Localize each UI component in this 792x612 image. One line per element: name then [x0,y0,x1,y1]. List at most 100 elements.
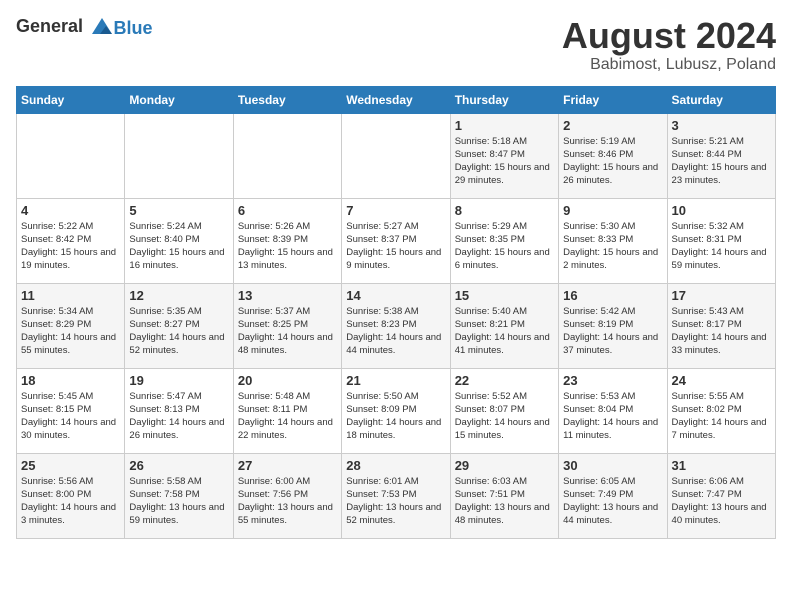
day-info: Sunrise: 5:37 AM Sunset: 8:25 PM Dayligh… [238,305,337,358]
day-cell [17,113,125,198]
day-number: 3 [672,118,771,133]
day-info: Sunrise: 6:01 AM Sunset: 7:53 PM Dayligh… [346,475,445,528]
day-info: Sunrise: 5:38 AM Sunset: 8:23 PM Dayligh… [346,305,445,358]
day-cell: 14 Sunrise: 5:38 AM Sunset: 8:23 PM Dayli… [342,283,450,368]
day-cell: 17 Sunrise: 5:43 AM Sunset: 8:17 PM Dayli… [667,283,775,368]
title-section: August 2024 Babimost, Lubusz, Poland [562,16,776,74]
day-number: 9 [563,203,662,218]
day-number: 6 [238,203,337,218]
day-info: Sunrise: 6:05 AM Sunset: 7:49 PM Dayligh… [563,475,662,528]
day-info: Sunrise: 5:48 AM Sunset: 8:11 PM Dayligh… [238,390,337,443]
weekday-header-wednesday: Wednesday [342,86,450,113]
logo-general: General [16,16,83,36]
day-cell: 25 Sunrise: 5:56 AM Sunset: 8:00 PM Dayli… [17,453,125,538]
day-cell: 30 Sunrise: 6:05 AM Sunset: 7:49 PM Dayli… [559,453,667,538]
day-info: Sunrise: 5:18 AM Sunset: 8:47 PM Dayligh… [455,135,554,188]
week-row-1: 1Sunrise: 5:18 AM Sunset: 8:47 PM Daylig… [17,113,776,198]
day-info: Sunrise: 6:03 AM Sunset: 7:51 PM Dayligh… [455,475,554,528]
day-info: Sunrise: 6:06 AM Sunset: 7:47 PM Dayligh… [672,475,771,528]
day-info: Sunrise: 5:47 AM Sunset: 8:13 PM Dayligh… [129,390,228,443]
day-number: 8 [455,203,554,218]
day-cell: 7 Sunrise: 5:27 AM Sunset: 8:37 PM Daylig… [342,198,450,283]
day-info: Sunrise: 5:40 AM Sunset: 8:21 PM Dayligh… [455,305,554,358]
week-row-5: 25 Sunrise: 5:56 AM Sunset: 8:00 PM Dayli… [17,453,776,538]
weekday-header-saturday: Saturday [667,86,775,113]
day-info: Sunrise: 5:42 AM Sunset: 8:19 PM Dayligh… [563,305,662,358]
day-cell: 28Sunrise: 6:01 AM Sunset: 7:53 PM Dayli… [342,453,450,538]
day-info: Sunrise: 5:32 AM Sunset: 8:31 PM Dayligh… [672,220,771,273]
day-cell: 24 Sunrise: 5:55 AM Sunset: 8:02 PM Dayli… [667,368,775,453]
day-cell: 4Sunrise: 5:22 AM Sunset: 8:42 PM Daylig… [17,198,125,283]
day-number: 11 [21,288,120,303]
day-number: 31 [672,458,771,473]
header: General Blue August 2024 Babimost, Lubus… [16,16,776,74]
day-cell: 29 Sunrise: 6:03 AM Sunset: 7:51 PM Dayli… [450,453,558,538]
day-info: Sunrise: 5:27 AM Sunset: 8:37 PM Dayligh… [346,220,445,273]
day-cell: 12Sunrise: 5:35 AM Sunset: 8:27 PM Dayli… [125,283,233,368]
day-number: 5 [129,203,228,218]
weekday-header-row: SundayMondayTuesdayWednesdayThursdayFrid… [17,86,776,113]
day-cell: 21 Sunrise: 5:50 AM Sunset: 8:09 PM Dayli… [342,368,450,453]
day-cell [233,113,341,198]
day-number: 7 [346,203,445,218]
day-number: 27 [238,458,337,473]
week-row-3: 11 Sunrise: 5:34 AM Sunset: 8:29 PM Dayli… [17,283,776,368]
day-number: 29 [455,458,554,473]
day-cell: 11 Sunrise: 5:34 AM Sunset: 8:29 PM Dayli… [17,283,125,368]
day-number: 22 [455,373,554,388]
day-cell: 5Sunrise: 5:24 AM Sunset: 8:40 PM Daylig… [125,198,233,283]
day-cell: 18 Sunrise: 5:45 AM Sunset: 8:15 PM Dayli… [17,368,125,453]
logo-blue: Blue [114,18,153,38]
week-row-4: 18 Sunrise: 5:45 AM Sunset: 8:15 PM Dayli… [17,368,776,453]
day-info: Sunrise: 5:53 AM Sunset: 8:04 PM Dayligh… [563,390,662,443]
day-info: Sunrise: 5:34 AM Sunset: 8:29 PM Dayligh… [21,305,120,358]
day-number: 14 [346,288,445,303]
day-number: 24 [672,373,771,388]
day-info: Sunrise: 5:50 AM Sunset: 8:09 PM Dayligh… [346,390,445,443]
day-cell: 8 Sunrise: 5:29 AM Sunset: 8:35 PM Daylig… [450,198,558,283]
weekday-header-monday: Monday [125,86,233,113]
day-cell: 16Sunrise: 5:42 AM Sunset: 8:19 PM Dayli… [559,283,667,368]
day-number: 21 [346,373,445,388]
day-number: 4 [21,203,120,218]
week-row-2: 4Sunrise: 5:22 AM Sunset: 8:42 PM Daylig… [17,198,776,283]
day-cell: 20Sunrise: 5:48 AM Sunset: 8:11 PM Dayli… [233,368,341,453]
day-cell: 15 Sunrise: 5:40 AM Sunset: 8:21 PM Dayli… [450,283,558,368]
calendar-title: August 2024 [562,16,776,56]
day-number: 23 [563,373,662,388]
day-number: 26 [129,458,228,473]
day-number: 30 [563,458,662,473]
day-number: 18 [21,373,120,388]
day-cell: 3Sunrise: 5:21 AM Sunset: 8:44 PM Daylig… [667,113,775,198]
day-number: 17 [672,288,771,303]
day-cell: 22Sunrise: 5:52 AM Sunset: 8:07 PM Dayli… [450,368,558,453]
day-info: Sunrise: 5:55 AM Sunset: 8:02 PM Dayligh… [672,390,771,443]
day-number: 13 [238,288,337,303]
logo-icon [90,16,114,40]
day-info: Sunrise: 5:45 AM Sunset: 8:15 PM Dayligh… [21,390,120,443]
day-cell: 10 Sunrise: 5:32 AM Sunset: 8:31 PM Dayli… [667,198,775,283]
day-info: Sunrise: 5:58 AM Sunset: 7:58 PM Dayligh… [129,475,228,528]
day-info: Sunrise: 5:35 AM Sunset: 8:27 PM Dayligh… [129,305,228,358]
day-info: Sunrise: 5:30 AM Sunset: 8:33 PM Dayligh… [563,220,662,273]
day-number: 25 [21,458,120,473]
day-cell [342,113,450,198]
day-info: Sunrise: 5:56 AM Sunset: 8:00 PM Dayligh… [21,475,120,528]
day-info: Sunrise: 5:29 AM Sunset: 8:35 PM Dayligh… [455,220,554,273]
day-cell: 1Sunrise: 5:18 AM Sunset: 8:47 PM Daylig… [450,113,558,198]
day-number: 2 [563,118,662,133]
logo: General Blue [16,16,153,40]
day-number: 15 [455,288,554,303]
day-cell: 9 Sunrise: 5:30 AM Sunset: 8:33 PM Daylig… [559,198,667,283]
day-cell: 19 Sunrise: 5:47 AM Sunset: 8:13 PM Dayli… [125,368,233,453]
weekday-header-thursday: Thursday [450,86,558,113]
day-number: 10 [672,203,771,218]
day-info: Sunrise: 5:43 AM Sunset: 8:17 PM Dayligh… [672,305,771,358]
day-info: Sunrise: 5:26 AM Sunset: 8:39 PM Dayligh… [238,220,337,273]
day-info: Sunrise: 5:19 AM Sunset: 8:46 PM Dayligh… [563,135,662,188]
day-number: 19 [129,373,228,388]
weekday-header-tuesday: Tuesday [233,86,341,113]
day-cell [125,113,233,198]
day-cell: 31 Sunrise: 6:06 AM Sunset: 7:47 PM Dayli… [667,453,775,538]
day-cell: 27Sunrise: 6:00 AM Sunset: 7:56 PM Dayli… [233,453,341,538]
